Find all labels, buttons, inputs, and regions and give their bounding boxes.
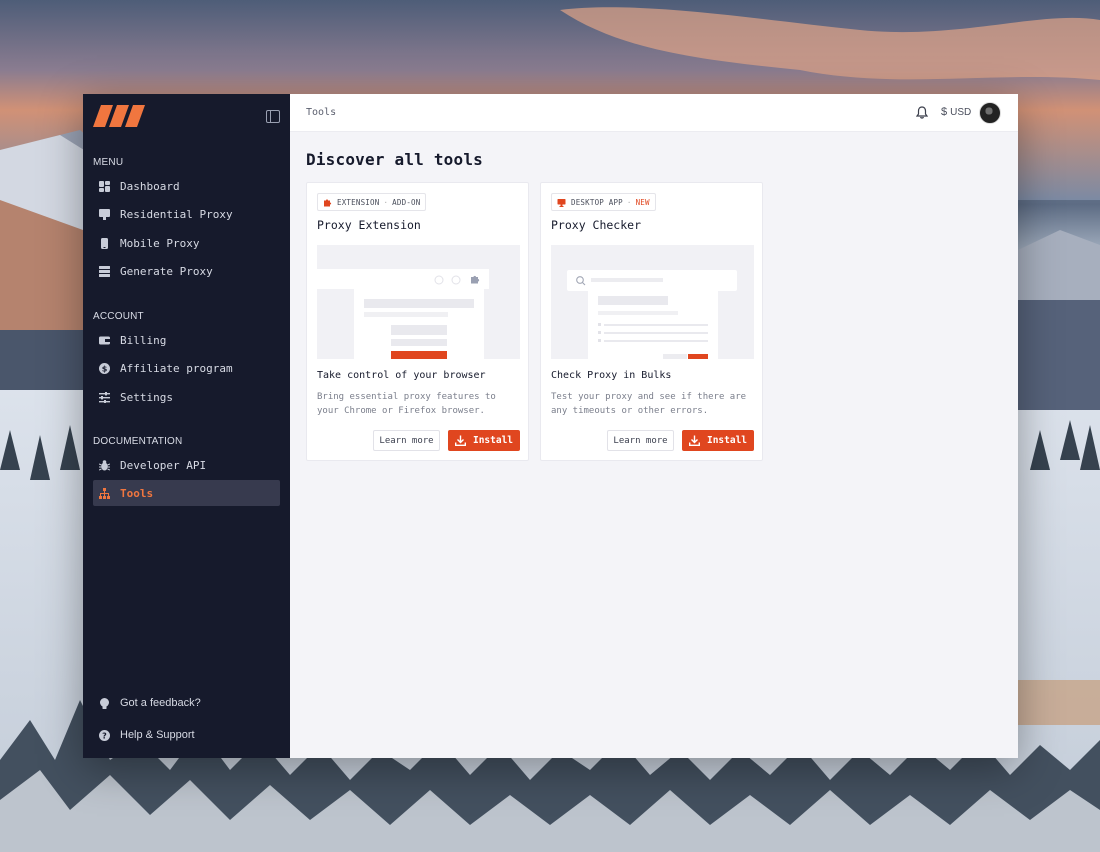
currency-label: USD: [950, 106, 972, 118]
dollar-icon: $: [941, 106, 948, 118]
download-icon: [454, 435, 466, 446]
card-title: Proxy Checker: [551, 218, 642, 232]
sidebar-item-label: Affiliate program: [120, 361, 233, 375]
page-title: Discover all tools: [306, 150, 483, 169]
download-icon: [688, 435, 700, 446]
sidebar-item-residential-proxy[interactable]: Residential Proxy: [93, 201, 280, 227]
desktop-icon: [557, 198, 566, 207]
monitor-icon: [99, 208, 110, 220]
extension-preview-illustration: [317, 245, 520, 359]
sidebar: MENU Dashboard Residential Proxy Mobile …: [83, 94, 290, 758]
sidebar-item-dashboard[interactable]: Dashboard: [93, 173, 280, 199]
card-title: Proxy Extension: [317, 218, 421, 232]
tag-separator: ·: [626, 197, 632, 207]
sidebar-item-tools[interactable]: Tools: [93, 480, 280, 506]
bug-icon: [99, 459, 110, 471]
sidebar-item-label: Mobile Proxy: [120, 236, 200, 250]
sidebar-item-developer-api[interactable]: Developer API: [93, 452, 280, 478]
sitemap-icon: [99, 487, 110, 499]
sidebar-item-settings[interactable]: Settings: [93, 384, 280, 410]
brand-logo[interactable]: [93, 105, 145, 129]
currency-selector[interactable]: $ USD: [941, 106, 971, 118]
sidebar-item-label: Residential Proxy: [120, 207, 233, 221]
svg-text:?: ?: [102, 731, 107, 740]
card-description: Bring essential proxy features to your C…: [317, 392, 496, 416]
learn-more-button[interactable]: Learn more: [607, 430, 674, 451]
main-content: Tools $ USD Discover all tools EXTENSION…: [290, 94, 1018, 758]
tag-secondary: ADD-ON: [392, 197, 421, 207]
sidebar-item-label: Dashboard: [120, 179, 180, 193]
section-label-documentation: DOCUMENTATION: [93, 436, 183, 447]
sidebar-item-label: Developer API: [120, 458, 207, 472]
install-button[interactable]: Install: [682, 430, 754, 451]
sidebar-item-billing[interactable]: Billing: [93, 327, 280, 353]
checker-preview-illustration: [551, 245, 754, 359]
tool-card-proxy-checker: DESKTOP APP · NEW Proxy Checker Check Pr…: [540, 182, 763, 461]
tag-secondary: NEW: [635, 197, 650, 207]
sidebar-item-generate-proxy[interactable]: Generate Proxy: [93, 258, 280, 284]
sidebar-item-label: Tools: [120, 486, 154, 500]
install-label: Install: [472, 435, 514, 446]
feedback-link[interactable]: Got a feedback?: [93, 691, 280, 715]
help-support-link[interactable]: ? Help & Support: [93, 723, 280, 747]
puzzle-icon: [324, 198, 332, 206]
sidebar-item-label: Generate Proxy: [120, 264, 213, 278]
dollar-circle-icon: $: [99, 362, 110, 374]
svg-text:$: $: [102, 364, 108, 373]
sidebar-toggle-icon[interactable]: [266, 110, 280, 123]
tool-card-proxy-extension: EXTENSION · ADD-ON Proxy Extension Take …: [306, 182, 529, 461]
tag-primary: EXTENSION: [337, 197, 380, 207]
question-circle-icon: ?: [99, 729, 110, 741]
tag-separator: ·: [383, 197, 389, 207]
avatar[interactable]: [979, 102, 1001, 124]
top-bar: Tools $ USD: [290, 94, 1018, 132]
card-subtitle: Check Proxy in Bulks: [551, 370, 672, 381]
footer-item-label: Help & Support: [120, 729, 195, 741]
lightbulb-icon: [99, 697, 110, 709]
install-label: Install: [706, 435, 748, 446]
sidebar-item-affiliate-program[interactable]: $ Affiliate program: [93, 355, 280, 381]
sidebar-item-label: Settings: [120, 390, 173, 404]
tag-primary: DESKTOP APP: [571, 197, 623, 207]
breadcrumb[interactable]: Tools: [306, 107, 336, 118]
sidebar-item-mobile-proxy[interactable]: Mobile Proxy: [93, 230, 280, 256]
sidebar-item-label: Billing: [120, 333, 167, 347]
mobile-icon: [99, 237, 110, 249]
footer-item-label: Got a feedback?: [120, 697, 201, 709]
app-window: MENU Dashboard Residential Proxy Mobile …: [83, 94, 1018, 758]
install-button[interactable]: Install: [448, 430, 520, 451]
section-label-account: ACCOUNT: [93, 311, 144, 322]
server-icon: [99, 265, 110, 277]
card-subtitle: Take control of your browser: [317, 370, 486, 381]
section-label-menu: MENU: [93, 157, 124, 168]
bell-icon[interactable]: [916, 106, 928, 119]
tool-tag: EXTENSION · ADD-ON: [317, 193, 427, 211]
wallet-icon: [99, 335, 110, 346]
dashboard-icon: [99, 180, 110, 192]
card-description: Test your proxy and see if there are any…: [551, 392, 747, 416]
sliders-icon: [99, 391, 110, 403]
tool-tag: DESKTOP APP · NEW: [551, 193, 656, 211]
learn-more-button[interactable]: Learn more: [373, 430, 440, 451]
